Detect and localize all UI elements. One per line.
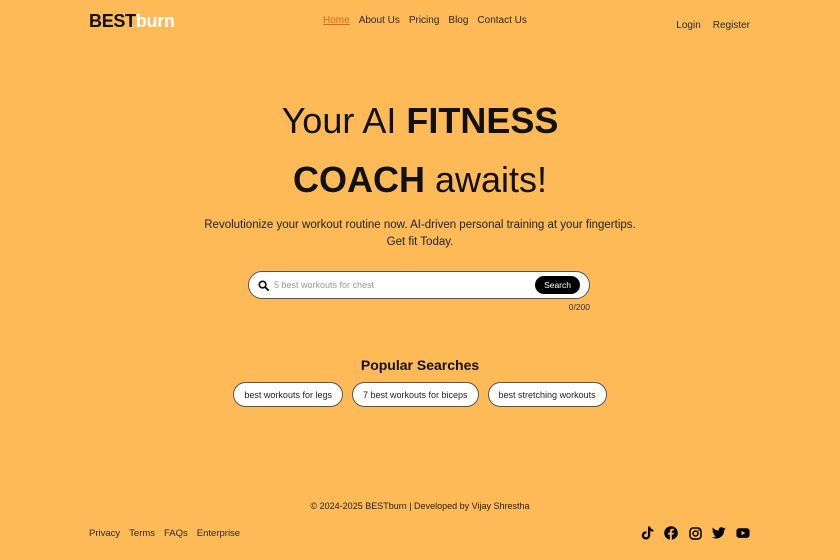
- popular-search-chip[interactable]: best workouts for legs: [233, 382, 343, 407]
- subtitle-line-2: Get fit Today.: [386, 236, 454, 248]
- hero-title-line1-bold: FITNESS: [406, 100, 559, 141]
- hero-title-line2-bold: COACH: [292, 159, 425, 200]
- popular-search-chip[interactable]: 7 best workouts for biceps: [351, 382, 479, 407]
- hero-subtitle: Revolutionize your workout routine now. …: [0, 217, 840, 251]
- auth-links: Login Register: [676, 20, 750, 31]
- facebook-icon[interactable]: [664, 526, 678, 540]
- hero-title: Your AI FITNESS COACH awaits!: [0, 91, 840, 209]
- footer-links: Privacy Terms FAQs Enterprise: [89, 528, 240, 539]
- subtitle-line-1: Revolutionize your workout routine now. …: [204, 219, 636, 231]
- search-bar: Search: [248, 271, 590, 299]
- nav-blog[interactable]: Blog: [448, 15, 468, 26]
- footer-link-terms[interactable]: Terms: [129, 528, 155, 539]
- twitter-icon[interactable]: [712, 526, 726, 540]
- copyright: © 2024-2025 BESTburn | Developed by Vija…: [310, 501, 530, 511]
- popular-searches-list: best workouts for legs 7 best workouts f…: [0, 382, 840, 407]
- search-icon: [258, 279, 270, 291]
- footer-link-privacy[interactable]: Privacy: [89, 528, 120, 539]
- logo-best: BEST: [89, 11, 136, 31]
- logo-burn: burn: [135, 11, 175, 31]
- login-link[interactable]: Login: [676, 20, 700, 31]
- hero-title-line1-regular: Your AI: [281, 100, 407, 141]
- hero-title-line2-regular: awaits!: [424, 159, 548, 200]
- search-input[interactable]: [274, 280, 536, 290]
- popular-search-chip[interactable]: best stretching workouts: [487, 382, 607, 407]
- youtube-icon[interactable]: [736, 526, 750, 540]
- search-button[interactable]: Search: [535, 276, 580, 294]
- social-links: [640, 526, 750, 540]
- nav-about-us[interactable]: About Us: [359, 15, 400, 26]
- logo[interactable]: BESTburn: [89, 11, 175, 32]
- nav-home[interactable]: Home: [323, 15, 350, 26]
- main-nav: Home About Us Pricing Blog Contact Us: [323, 15, 527, 26]
- footer-link-faqs[interactable]: FAQs: [164, 528, 188, 539]
- tiktok-icon[interactable]: [640, 526, 654, 540]
- nav-pricing[interactable]: Pricing: [409, 15, 440, 26]
- nav-contact-us[interactable]: Contact Us: [477, 15, 526, 26]
- footer-link-enterprise[interactable]: Enterprise: [197, 528, 240, 539]
- instagram-icon[interactable]: [688, 526, 702, 540]
- popular-searches-title: Popular Searches: [360, 357, 480, 373]
- register-link[interactable]: Register: [713, 20, 750, 31]
- character-counter: 0/200: [568, 302, 590, 312]
